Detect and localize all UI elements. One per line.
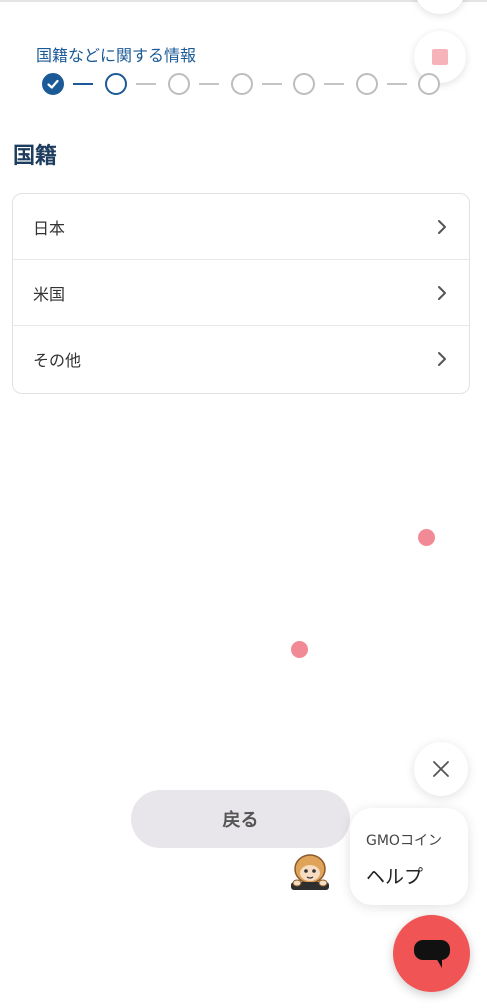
option-label: 日本 xyxy=(33,218,66,238)
chevron-right-icon xyxy=(438,352,446,366)
progress-stepper xyxy=(42,73,442,97)
step-connector xyxy=(262,83,282,85)
help-subtitle: GMOコイン xyxy=(366,833,442,849)
step-5 xyxy=(293,73,315,95)
step-1-completed xyxy=(42,73,64,95)
option-label: 米国 xyxy=(33,284,66,304)
touch-indicator-dot xyxy=(291,641,308,658)
mascot-icon xyxy=(291,854,329,890)
chevron-right-icon xyxy=(438,285,446,300)
back-button[interactable]: 戻る xyxy=(131,790,350,848)
step-2-current xyxy=(105,73,127,95)
help-popup[interactable]: GMOコイン ヘルプ xyxy=(350,808,468,905)
check-icon xyxy=(47,79,59,89)
top-divider xyxy=(0,0,487,2)
option-label: その他 xyxy=(33,351,82,370)
chevron-right-icon xyxy=(438,219,446,234)
touch-indicator-dot xyxy=(418,529,435,546)
chat-bubble-icon xyxy=(413,939,450,968)
option-other[interactable]: その他 xyxy=(13,326,469,392)
step-connector xyxy=(199,83,219,85)
chat-button[interactable] xyxy=(393,915,470,992)
step-connector xyxy=(73,83,93,85)
option-japan[interactable]: 日本 xyxy=(13,194,469,260)
nationality-options-list: 日本 米国 その他 xyxy=(12,193,470,394)
step-title: 国籍などに関する情報 xyxy=(36,46,197,65)
step-connector xyxy=(324,83,344,85)
step-7 xyxy=(418,73,440,95)
step-6 xyxy=(356,73,378,95)
page-title: 国籍 xyxy=(13,144,58,169)
step-3 xyxy=(168,73,190,95)
option-usa[interactable]: 米国 xyxy=(13,260,469,326)
step-connector xyxy=(136,83,156,85)
help-close-button[interactable] xyxy=(414,742,468,796)
floating-button-partial[interactable] xyxy=(414,0,466,14)
help-title: ヘルプ xyxy=(366,866,424,888)
step-4 xyxy=(231,73,253,95)
step-connector xyxy=(387,83,407,85)
close-icon xyxy=(433,761,449,777)
stop-icon xyxy=(432,49,448,65)
